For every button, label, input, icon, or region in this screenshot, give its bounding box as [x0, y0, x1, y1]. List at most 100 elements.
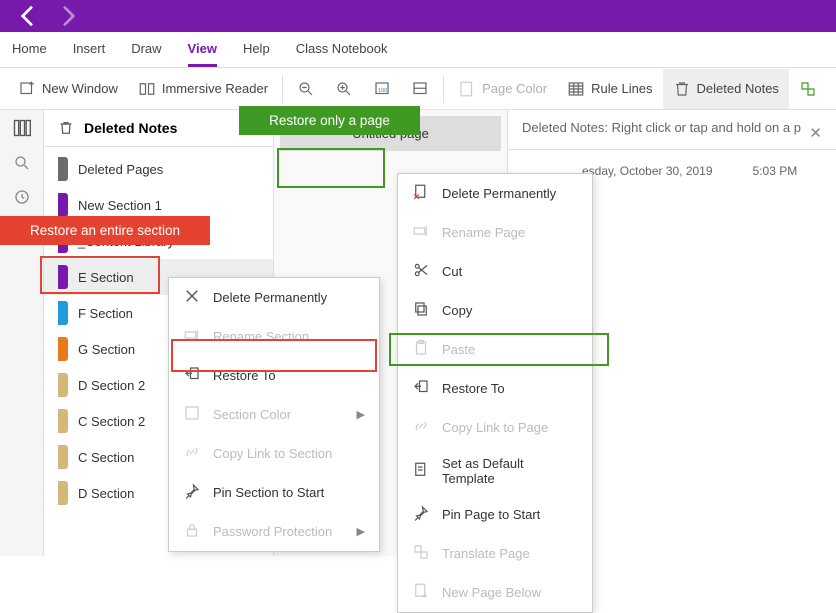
- section-item-label: F Section: [78, 306, 133, 321]
- tab-draw[interactable]: Draw: [131, 33, 161, 67]
- page-color-label: Page Color: [482, 81, 547, 96]
- close-icon[interactable]: ✕: [809, 124, 822, 142]
- newpage-icon: [412, 582, 430, 603]
- ctx-page-item[interactable]: Set as Default Template: [398, 447, 592, 495]
- note-header: Deleted Notes: Right click or tap and ho…: [522, 120, 822, 135]
- section-color-swatch: [58, 265, 68, 289]
- chevron-right-icon: ▶: [357, 408, 365, 421]
- ctx-section-item-label: Delete Permanently: [213, 290, 327, 305]
- ctx-section-item: Copy Link to Section: [169, 434, 379, 473]
- ctx-page-item-label: Pin Page to Start: [442, 507, 540, 522]
- tab-home[interactable]: Home: [12, 33, 47, 67]
- section-item-label: C Section 2: [78, 414, 145, 429]
- svg-text:100: 100: [378, 88, 387, 94]
- translate-button[interactable]: [789, 69, 827, 109]
- callout-restore-page: Restore only a page: [239, 106, 420, 135]
- section-color-swatch: [58, 409, 68, 433]
- section-item-label: New Section 1: [78, 198, 162, 213]
- tab-view[interactable]: View: [188, 33, 217, 67]
- ctx-page-item-label: Delete Permanently: [442, 186, 556, 201]
- trash-icon: [673, 80, 691, 98]
- new-window-button[interactable]: New Window: [8, 69, 128, 109]
- translate-icon: [799, 80, 817, 98]
- section-color-swatch: [58, 301, 68, 325]
- recent-icon[interactable]: [13, 188, 31, 206]
- new-window-label: New Window: [42, 81, 118, 96]
- notebooks-icon[interactable]: [12, 118, 32, 138]
- ctx-page-item: Copy Link to Page: [398, 408, 592, 447]
- ribbon-tabs: Home Insert Draw View Help Class Noteboo…: [0, 32, 836, 68]
- paste-icon: [412, 339, 430, 360]
- ctx-section-item-label: Password Protection: [213, 524, 332, 539]
- lock-icon: [183, 521, 201, 542]
- ctx-page-item[interactable]: Restore To: [398, 369, 592, 408]
- deleted-notes-label: Deleted Notes: [697, 81, 779, 96]
- restore-icon: [412, 378, 430, 399]
- ctx-section-item-label: Rename Section: [213, 329, 309, 344]
- note-time: 5:03 PM: [753, 164, 798, 178]
- x-page-icon: [412, 183, 430, 204]
- section-item[interactable]: Deleted Pages: [44, 151, 273, 187]
- ctx-page-item-label: Translate Page: [442, 546, 530, 561]
- left-rail: [0, 110, 44, 556]
- search-icon[interactable]: [13, 154, 31, 172]
- immersive-reader-button[interactable]: Immersive Reader: [128, 69, 278, 109]
- section-context-menu: Delete Permanently Rename Section Restore …: [168, 277, 380, 552]
- ctx-page-item: Translate Page: [398, 534, 592, 573]
- toolbar-separator: [443, 75, 444, 103]
- tab-insert[interactable]: Insert: [73, 33, 106, 67]
- rule-lines-button[interactable]: Rule Lines: [557, 69, 662, 109]
- deleted-notes-button[interactable]: Deleted Notes: [663, 69, 789, 109]
- pin-icon: [183, 482, 201, 503]
- ctx-page-item: New Page Below: [398, 573, 592, 612]
- copy-icon: [412, 300, 430, 321]
- section-item-label: E Section: [78, 270, 134, 285]
- section-item-label: D Section 2: [78, 378, 145, 393]
- section-color-swatch: [58, 337, 68, 361]
- page-color-icon: [458, 80, 476, 98]
- template-icon: [412, 461, 430, 482]
- ctx-section-item-label: Restore To: [213, 368, 276, 383]
- toolbar-separator: [282, 75, 283, 103]
- zoom-out-button[interactable]: [287, 69, 325, 109]
- section-color-swatch: [58, 157, 68, 181]
- rule-lines-icon: [567, 80, 585, 98]
- section-color-swatch: [58, 373, 68, 397]
- link-icon: [183, 443, 201, 464]
- ctx-page-item-label: Copy Link to Page: [442, 420, 548, 435]
- section-color-swatch: [58, 193, 68, 217]
- window-titlebar: [0, 0, 836, 32]
- page-width-button[interactable]: [401, 69, 439, 109]
- tab-help[interactable]: Help: [243, 33, 270, 67]
- ctx-section-item-label: Section Color: [213, 407, 291, 422]
- rename-icon: [412, 222, 430, 243]
- section-panel-title: Deleted Notes: [84, 120, 177, 136]
- ctx-page-item[interactable]: Cut: [398, 252, 592, 291]
- tab-class-notebook[interactable]: Class Notebook: [296, 33, 388, 67]
- zoom-in-button[interactable]: [325, 69, 363, 109]
- divider: [508, 149, 836, 150]
- back-button[interactable]: [8, 0, 48, 32]
- ctx-page-item-label: Copy: [442, 303, 472, 318]
- ctx-section-item[interactable]: Pin Section to Start: [169, 473, 379, 512]
- ctx-section-item[interactable]: Delete Permanently: [169, 278, 379, 317]
- ctx-section-item-label: Copy Link to Section: [213, 446, 332, 461]
- ctx-section-item: Rename Section: [169, 317, 379, 356]
- cut-icon: [412, 261, 430, 282]
- color-icon: [183, 404, 201, 425]
- page-width-icon: [411, 80, 429, 98]
- ctx-page-item[interactable]: Pin Page to Start: [398, 495, 592, 534]
- ctx-section-item[interactable]: Restore To: [169, 356, 379, 395]
- ctx-page-item[interactable]: Copy: [398, 291, 592, 330]
- ctx-section-item: Section Color ▶: [169, 395, 379, 434]
- zoom-100-button[interactable]: 100: [363, 69, 401, 109]
- ctx-page-item-label: Set as Default Template: [442, 456, 578, 486]
- forward-button[interactable]: [48, 0, 88, 32]
- ctx-page-item[interactable]: Delete Permanently: [398, 174, 592, 213]
- restore-icon: [183, 365, 201, 386]
- section-color-swatch: [58, 481, 68, 505]
- ctx-page-item-label: Paste: [442, 342, 475, 357]
- page-color-button: Page Color: [448, 69, 557, 109]
- callout-restore-section: Restore an entire section: [0, 216, 210, 245]
- section-item-label: D Section: [78, 486, 134, 501]
